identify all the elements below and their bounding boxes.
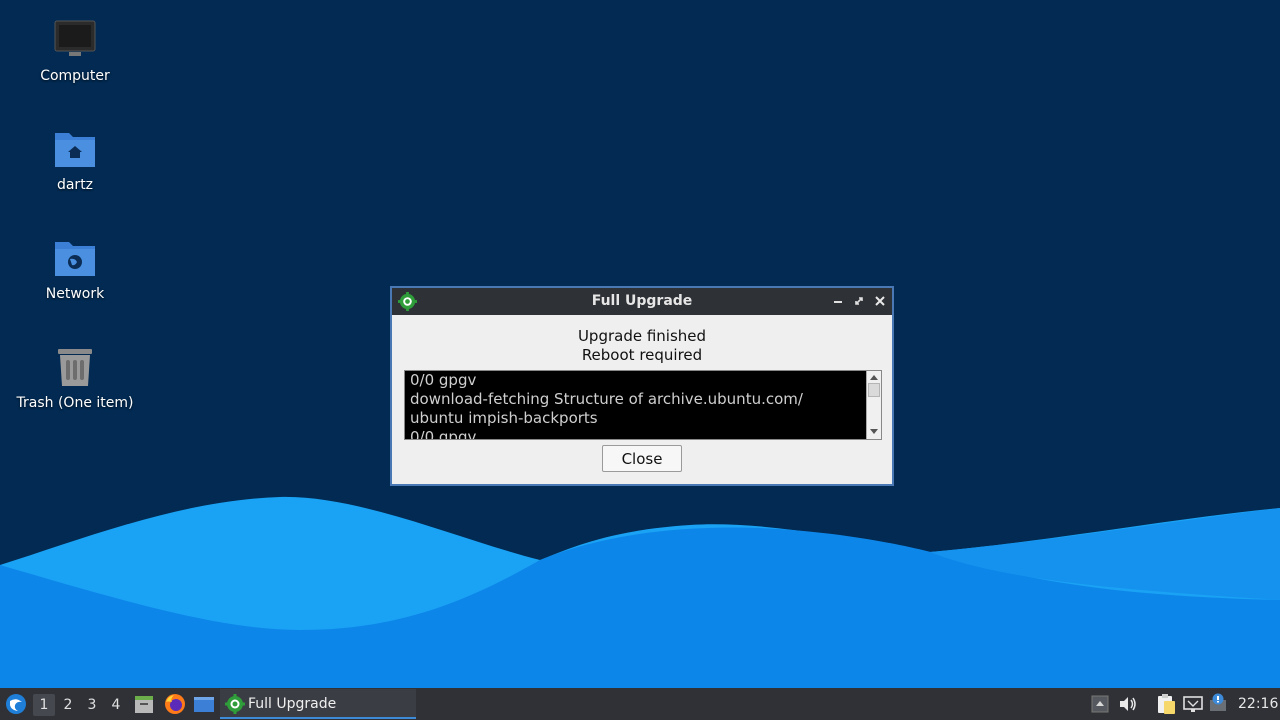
computer-icon — [54, 20, 96, 56]
status-reboot-required: Reboot required — [581, 346, 703, 364]
dialog-titlebar[interactable]: Full Upgrade — [392, 288, 892, 315]
workspace-4[interactable]: 4 — [105, 694, 127, 716]
show-desktop-icon[interactable] — [193, 694, 215, 714]
dialog-title: Full Upgrade — [591, 293, 693, 309]
gear-icon — [225, 694, 245, 714]
trash-icon — [58, 349, 92, 386]
update-notifier-icon[interactable] — [1208, 692, 1230, 714]
desktop-icon-label: Trash (One item) — [16, 395, 134, 411]
close-button[interactable]: Close — [602, 445, 682, 472]
clock[interactable]: 22:16 — [1238, 696, 1278, 712]
home-folder-icon — [55, 133, 95, 167]
desktop-icon-label: dartz — [56, 177, 94, 193]
upgrade-log[interactable]: 0/0 gpgv download-fetching Structure of … — [404, 370, 882, 440]
volume-icon[interactable] — [1118, 695, 1138, 713]
taskbar: 1 2 3 4 Full Upgrade 22:16 — [0, 688, 1280, 720]
log-line: 0/0 gpgv — [410, 371, 477, 389]
desktop-icon-network[interactable]: Network — [0, 236, 150, 302]
log-scrollbar[interactable] — [866, 371, 881, 439]
tray-arrow-icon[interactable] — [1091, 695, 1109, 713]
desktop-icon-trash[interactable]: Trash (One item) — [0, 345, 150, 411]
minimize-icon[interactable] — [829, 292, 847, 310]
desktop-icon-label: Computer — [40, 68, 110, 84]
log-line: ubuntu impish-backports — [410, 409, 598, 427]
log-line: 0/0 gpgv — [410, 428, 477, 440]
dialog-body: Upgrade finished Reboot required 0/0 gpg… — [392, 315, 892, 484]
log-line: download-fetching Structure of archive.u… — [410, 390, 803, 408]
full-upgrade-dialog: Full Upgrade Upgrade finished Reboot req… — [390, 286, 894, 486]
desktop-icon-computer[interactable]: Computer — [0, 18, 150, 84]
workspace-2[interactable]: 2 — [57, 694, 79, 716]
log-text: 0/0 gpgv download-fetching Structure of … — [410, 371, 865, 440]
network-icon[interactable] — [1183, 694, 1203, 714]
desktop-icon-home-folder[interactable]: dartz — [0, 127, 150, 193]
network-folder-icon — [55, 242, 95, 276]
start-menu-icon[interactable] — [5, 693, 27, 715]
clipboard-icon[interactable] — [1155, 693, 1177, 715]
status-upgrade-finished: Upgrade finished — [577, 327, 707, 345]
firefox-icon[interactable] — [164, 693, 186, 715]
scroll-down-icon[interactable] — [869, 428, 879, 436]
workspace-1[interactable]: 1 — [33, 694, 55, 716]
desktop-icon-label: Network — [45, 286, 105, 302]
file-manager-icon[interactable] — [134, 694, 154, 714]
close-icon[interactable] — [871, 292, 889, 310]
scroll-thumb[interactable] — [868, 383, 880, 397]
task-label: Full Upgrade — [248, 696, 337, 712]
scroll-up-icon[interactable] — [869, 373, 879, 381]
taskbar-task-full-upgrade[interactable]: Full Upgrade — [220, 689, 416, 719]
workspace-3[interactable]: 3 — [81, 694, 103, 716]
maximize-icon[interactable] — [850, 292, 868, 310]
